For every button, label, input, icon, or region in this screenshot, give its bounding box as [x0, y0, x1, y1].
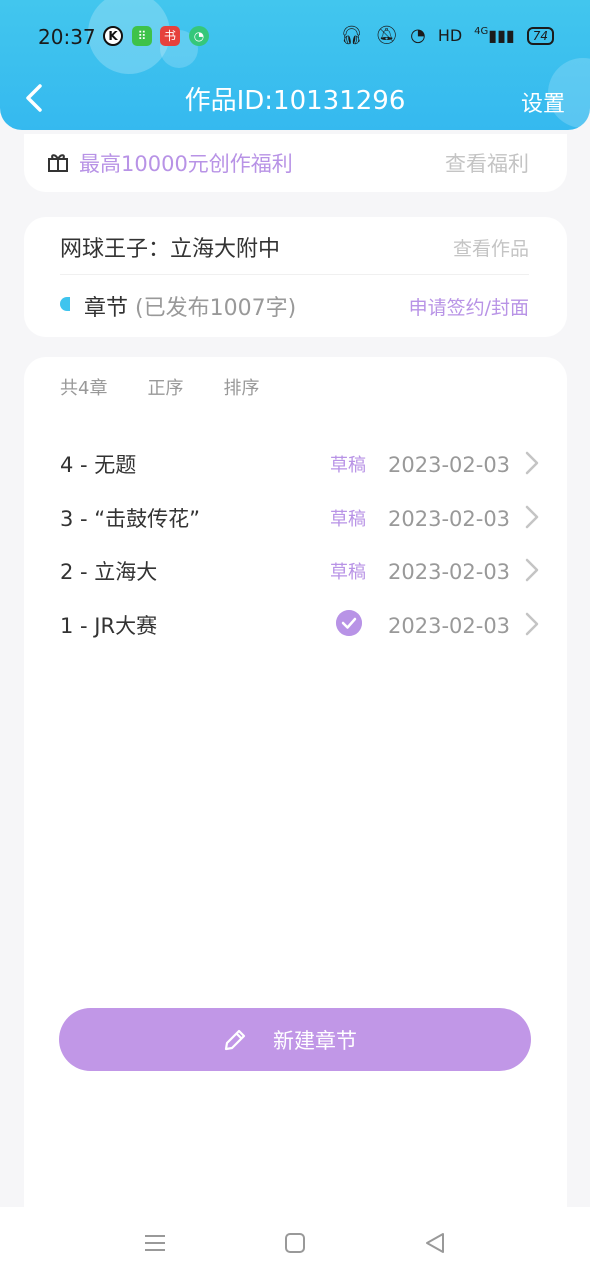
order-toggle[interactable]: 正序	[147, 374, 183, 400]
chapter-row[interactable]: 3 - “击鼓传花” 草稿 2023-02-03	[24, 503, 567, 543]
settings-button[interactable]: 设置	[521, 86, 565, 118]
chapter-label: 章节 (已发布1007字)	[84, 290, 296, 322]
wifi-icon: ◔	[410, 25, 426, 46]
page-title: 作品ID:10131296	[184, 86, 406, 116]
chapter-title: 1 - JR大赛	[60, 614, 158, 638]
chapter-date: 2023-02-03	[388, 453, 511, 477]
chapter-list-card: 共4章 正序 排序 4 - 无题 草稿 2023-02-03 3 - “击鼓传花…	[24, 357, 567, 1237]
back-triangle-icon[interactable]	[423, 1231, 447, 1255]
hd-indicator: HD	[437, 26, 463, 45]
app-header: 20:37 K ⠿ 书 ◔ 🎧︎ 🔕︎ ◔ HD 4G▮▮▮ 74 作品ID:1…	[0, 0, 590, 130]
chapter-label-text: 章节	[84, 296, 129, 321]
welfare-text: 最高10000元创作福利	[79, 152, 293, 176]
apply-contract-link[interactable]: 申请签约/封面	[409, 293, 529, 320]
signal-type: 4G	[474, 26, 489, 37]
chapter-marker-icon	[60, 297, 70, 311]
view-welfare-link[interactable]: 查看福利	[445, 148, 529, 178]
home-icon[interactable]	[283, 1231, 307, 1255]
chapter-list-header: 共4章 正序 排序	[60, 374, 259, 400]
battery-icon: 74	[526, 26, 554, 45]
chapter-title: 4 - 无题	[60, 453, 137, 477]
work-title: 网球王子：立海大附中	[60, 237, 281, 262]
draft-badge: 草稿	[330, 562, 366, 583]
chapter-row[interactable]: 4 - 无题 草稿 2023-02-03	[24, 449, 567, 489]
view-work-link[interactable]: 查看作品	[453, 234, 529, 261]
headphones-icon: 🎧︎	[340, 25, 364, 46]
new-chapter-button[interactable]: 新建章节	[59, 1008, 531, 1071]
draft-badge: 草稿	[330, 509, 366, 530]
work-info-card: 网球王子：立海大附中 查看作品 章节 (已发布1007字) 申请签约/封面	[24, 217, 567, 337]
app-notification-icon: ◔	[189, 26, 209, 46]
sort-button[interactable]: 排序	[223, 374, 259, 400]
chapter-total: 共4章	[60, 378, 108, 399]
published-check-icon	[336, 610, 362, 636]
draft-badge: 草稿	[330, 455, 366, 476]
chapter-title: 3 - “击鼓传花”	[60, 507, 201, 531]
pencil-icon	[224, 1029, 246, 1051]
system-nav-bar	[0, 1207, 590, 1280]
chapter-row[interactable]: 2 - 立海大 草稿 2023-02-03	[24, 556, 567, 596]
app-notification-icon: K	[103, 26, 123, 46]
gift-icon	[48, 154, 68, 172]
chapter-date: 2023-02-03	[388, 614, 511, 638]
status-time: 20:37	[38, 25, 96, 49]
chapter-title: 2 - 立海大	[60, 560, 158, 584]
chapter-date: 2023-02-03	[388, 560, 511, 584]
chapter-row[interactable]: 1 - JR大赛 2023-02-03	[24, 610, 567, 650]
welfare-banner[interactable]: 最高10000元创作福利 查看福利	[24, 134, 567, 192]
status-indicators: 🎧︎ 🔕︎ ◔ HD 4G▮▮▮ 74	[340, 25, 554, 46]
app-notification-icon: 书	[160, 26, 180, 46]
chevron-right-icon	[525, 505, 539, 529]
chapter-word-count: (已发布1007字)	[135, 296, 297, 321]
bell-off-icon: 🔕︎	[375, 25, 399, 46]
new-chapter-label: 新建章节	[273, 1029, 357, 1053]
divider	[60, 274, 529, 275]
menu-icon[interactable]	[143, 1231, 167, 1255]
chapter-date: 2023-02-03	[388, 507, 511, 531]
chevron-right-icon	[525, 558, 539, 582]
chevron-right-icon	[525, 451, 539, 475]
chevron-right-icon	[525, 612, 539, 636]
app-notification-icon: ⠿	[132, 26, 152, 46]
signal-icon: 4G▮▮▮	[474, 26, 515, 45]
status-bar: 20:37 K ⠿ 书 ◔ 🎧︎ 🔕︎ ◔ HD 4G▮▮▮ 74	[0, 0, 590, 70]
